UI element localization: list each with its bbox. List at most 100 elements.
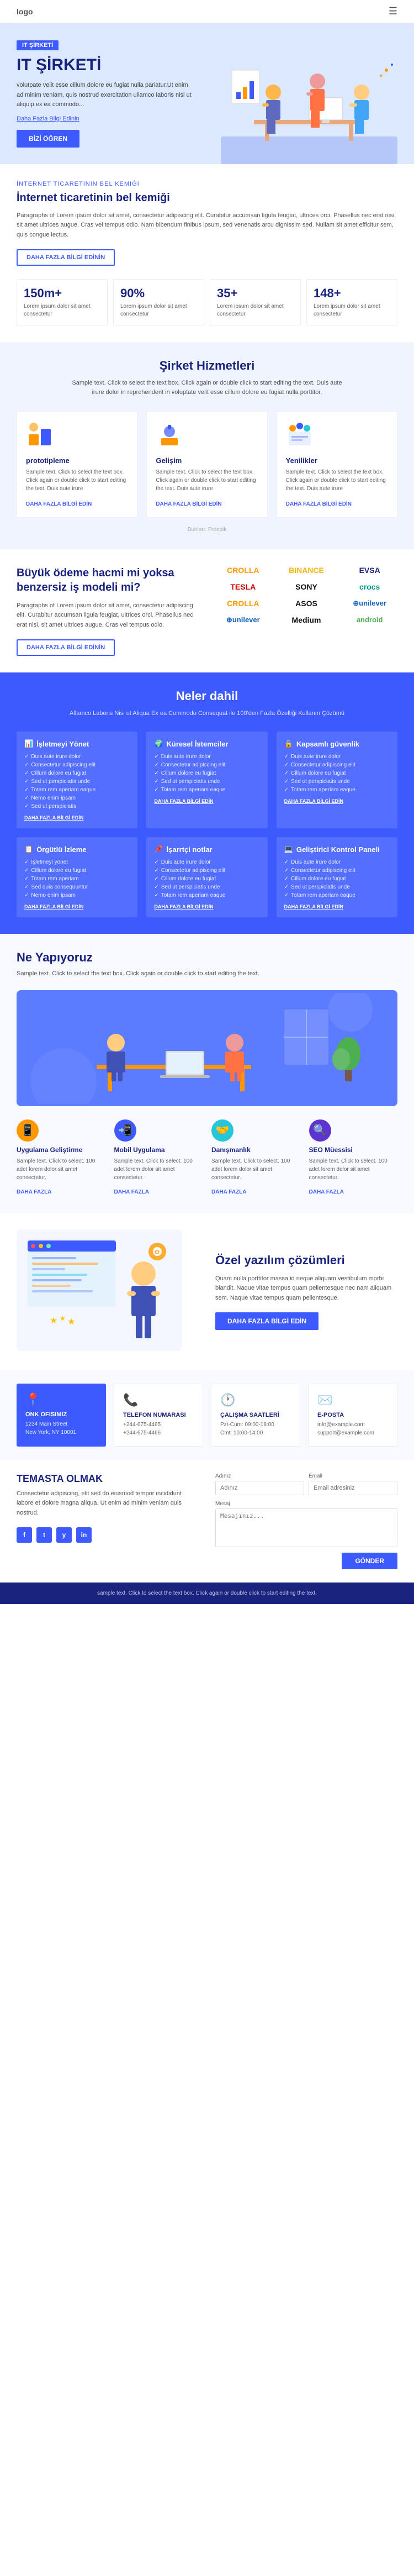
service-link-0[interactable]: DAHA FAZLA BİLGİ EDİN [26,501,92,507]
social-linkedin[interactable]: in [76,1527,92,1543]
footer-info-card-0: 📍 ONK OFISIMIZ 1234 Main Street New York… [17,1384,106,1447]
service-desc-2: Sample text. Click to select the text bo… [286,468,388,493]
contact-left: TEMASTA OLMAK Consectetur adipiscing, el… [17,1473,199,1569]
what-card-title-2: Danışmanlık [211,1146,300,1154]
service-name-1: Gelişim [156,456,258,465]
internet-desc: Paragraphs of Lorem ipsum dolor sit amet… [17,211,397,240]
submit-btn[interactable]: GÖNDER [342,1553,397,1569]
service-desc-1: Sample text. Click to select the text bo… [156,468,258,493]
message-textarea[interactable] [215,1508,397,1547]
brand-binance: BINANCE [279,566,335,575]
service-card-0: prototipleme Sample text. Click to selec… [17,411,137,518]
service-icon-0 [26,420,128,451]
navbar: logo ☰ [0,0,414,23]
neler-item: ✓Duis aute irure dolor [284,859,390,865]
services-title: Şirket Hizmetleri [17,359,397,373]
neler-btn-5[interactable]: DAHA FAZLA BİLGİ EDİN [284,904,390,910]
neler-card-icon-1: 🌍 [154,739,163,748]
neler-btn-3[interactable]: DAHA FAZLA BİLGİ EDİN [24,904,130,910]
neler-btn-0[interactable]: DAHA FAZLA BİLGİ EDİN [24,815,130,821]
footer-info-title-0: ONK OFISIMIZ [25,1411,97,1418]
social-youtube[interactable]: y [56,1527,72,1543]
footer-info-detail-1: +244-675-4465 +244-675-4466 [123,1421,194,1437]
neler-list-0: ✓Duis aute irure dolor ✓Consectetur adip… [24,754,130,809]
neler-btn-1[interactable]: DAHA FAZLA BİLGİ EDİN [154,798,259,804]
what-card-desc-0: Sample text. Click to select. 100 adet l… [17,1157,105,1182]
what-card-link-3[interactable]: DAHA FAZLA [309,1189,344,1195]
internet-btn[interactable]: DAHA FAZLA BİLGİ EDİNİN [17,249,115,266]
ozel-desc: Quam nulla porttitor massa id neque aliq… [215,1274,397,1303]
neler-item: ✓Totam rem aperiam eaque [154,787,259,793]
neler-btn-2[interactable]: DAHA FAZLA BİLGİ EDİN [284,798,390,804]
stat-box-0: 150m+ Lorem ipsum dolor sit amet consect… [17,279,108,325]
neler-card-5: 💻 Geliştirici Kontrol Paneli ✓Duis aute … [277,837,397,917]
ozel-section: ⚙ ★ ★ ★ Özel yazılım çözümleri Quam null… [0,1213,414,1370]
stat-box-1: 90% Lorem ipsum dolor sit amet consectet… [113,279,204,325]
neler-item: ✓Cillum dolore eu fugiat [154,876,259,882]
name-input[interactable] [215,1481,304,1495]
brands-grid: CROLLA BINANCE EVSA TESLA SONY crocs CRO… [215,566,397,624]
neler-item: ✓Nemo enim ipsam [24,795,130,801]
stat-num-1: 90% [120,286,197,301]
brand-unilever: ⊕unilever [342,599,397,608]
neler-item: ✓Sed ut perspiciatis unde [284,884,390,890]
svg-text:★: ★ [67,1317,75,1327]
neler-card-icon-5: 💻 [284,845,293,854]
footer-info-card-2: 🕐 ÇALIŞMA SAATLERİ Pzt-Cum: 09:00-18:00 … [211,1384,300,1447]
what-section: Ne Yapıyoruz Sample text. Click to selec… [0,934,414,1213]
what-card-2: 🤝 Danışmanlık Sample text. Click to sele… [211,1119,300,1196]
brand-tesla: TESLA [215,582,271,591]
neler-item: ✓Sed ut perspiciatis unde [154,884,259,890]
stat-num-2: 35+ [217,286,294,301]
service-card-2: Yenilikler Sample text. Click to select … [277,411,397,518]
neler-btn-4[interactable]: DAHA FAZLA BİLGİ EDİN [154,904,259,910]
services-grid: prototipleme Sample text. Click to selec… [17,411,397,518]
service-link-2[interactable]: DAHA FAZLA BİLGİ EDİN [286,501,352,507]
neler-item: ✓Duis aute irure dolor [154,754,259,760]
what-card-link-2[interactable]: DAHA FAZLA [211,1189,247,1195]
neler-card-3: 📋 Örgütlü İzleme ✓İşletmeyi yönet ✓Cillu… [17,837,137,917]
neler-list-3: ✓İşletmeyi yönet ✓Cillum dolore eu fugia… [24,859,130,898]
payment-title: Büyük ödeme hacmi mi yoksa benzersiz iş … [17,566,199,595]
hero-btn[interactable]: BİZİ ÖĞREN [17,130,79,148]
payment-section: Büyük ödeme hacmi mi yoksa benzersiz iş … [0,549,414,672]
form-message-label: Mesaj [215,1501,397,1507]
stat-label-3: Lorem ipsum dolor sit amet consectetur [314,303,390,318]
social-twitter[interactable]: t [36,1527,52,1543]
what-illustration [17,990,397,1106]
neler-card-title-5: 💻 Geliştirici Kontrol Paneli [284,845,390,854]
brand-android: android [342,616,397,624]
stat-label-2: Lorem ipsum dolor sit amet consectetur [217,303,294,318]
neler-card-icon-0: 📊 [24,739,33,748]
contact-section: TEMASTA OLMAK Consectetur adipiscing, el… [0,1460,414,1583]
neler-header: Neler dahil Allamco Laboris Nisi ut Aliq… [17,689,397,719]
neler-card-icon-4: 📌 [154,845,163,854]
hero-link[interactable]: Daha Fazla Bilgi Edinin [17,115,193,122]
social-row: f t y in [17,1527,199,1543]
what-card-link-0[interactable]: DAHA FAZLA [17,1189,52,1195]
service-link-1[interactable]: DAHA FAZLA BİLGİ EDİN [156,501,221,507]
what-card-desc-2: Sample text. Click to select. 100 adet l… [211,1157,300,1182]
neler-list-5: ✓Duis aute irure dolor ✓Consectetur adip… [284,859,390,898]
neler-item: ✓Sed ut perspiciatis unde [154,779,259,785]
what-card-link-1[interactable]: DAHA FAZLA [114,1189,150,1195]
ozel-btn[interactable]: DAHA FAZLA BİLGİ EDİN [215,1312,319,1330]
neler-item: ✓Cillum dolore eu fugiat [284,876,390,882]
payment-btn[interactable]: DAHA FAZLA BİLGİ EDİNİN [17,639,115,656]
payment-text: Büyük ödeme hacmi mi yoksa benzersiz iş … [17,566,199,656]
neler-card-0: 📊 İşletmeyi Yönet ✓Duis aute irure dolor… [17,732,137,828]
neler-item: ✓Consectetur adipiscing elit [24,762,130,768]
form-submit-row: GÖNDER [215,1553,397,1569]
what-title: Ne Yapıyoruz [17,950,397,965]
brand-medium: Medium [279,616,335,624]
email-input[interactable] [309,1481,397,1495]
nav-menu-icon[interactable]: ☰ [389,6,397,17]
stat-box-2: 35+ Lorem ipsum dolor sit amet consectet… [210,279,301,325]
neler-card-title-0: 📊 İşletmeyi Yönet [24,739,130,748]
neler-card-title-4: 📌 İşarrtçi notlar [154,845,259,854]
brand-crolla: CROLLA [215,566,271,575]
social-facebook[interactable]: f [17,1527,32,1543]
contact-desc: Consectetur adipiscing, elit sed do eius… [17,1489,199,1518]
neler-item: ✓Totam rem aperiam eaque [284,892,390,898]
neler-list-2: ✓Duis aute irure dolor ✓Consectetur adip… [284,754,390,793]
